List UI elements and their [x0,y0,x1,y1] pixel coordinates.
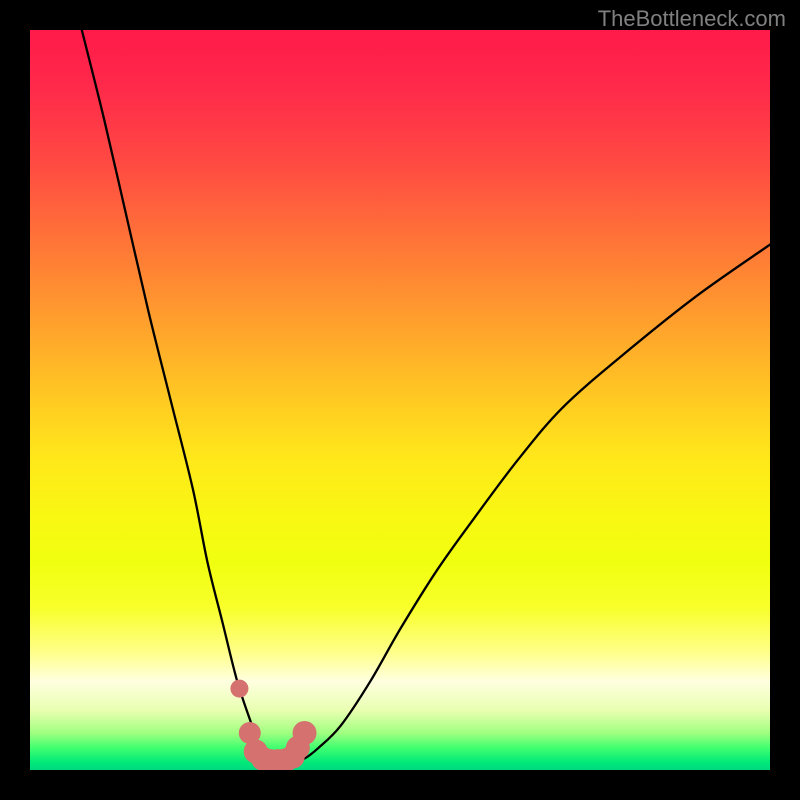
marker-point [230,680,248,698]
marker-point [293,721,317,745]
frame-left [0,0,30,800]
frame-right [770,0,800,800]
watermark-text: TheBottleneck.com [598,6,786,32]
frame-bottom [0,770,800,800]
curve-markers [30,30,770,770]
